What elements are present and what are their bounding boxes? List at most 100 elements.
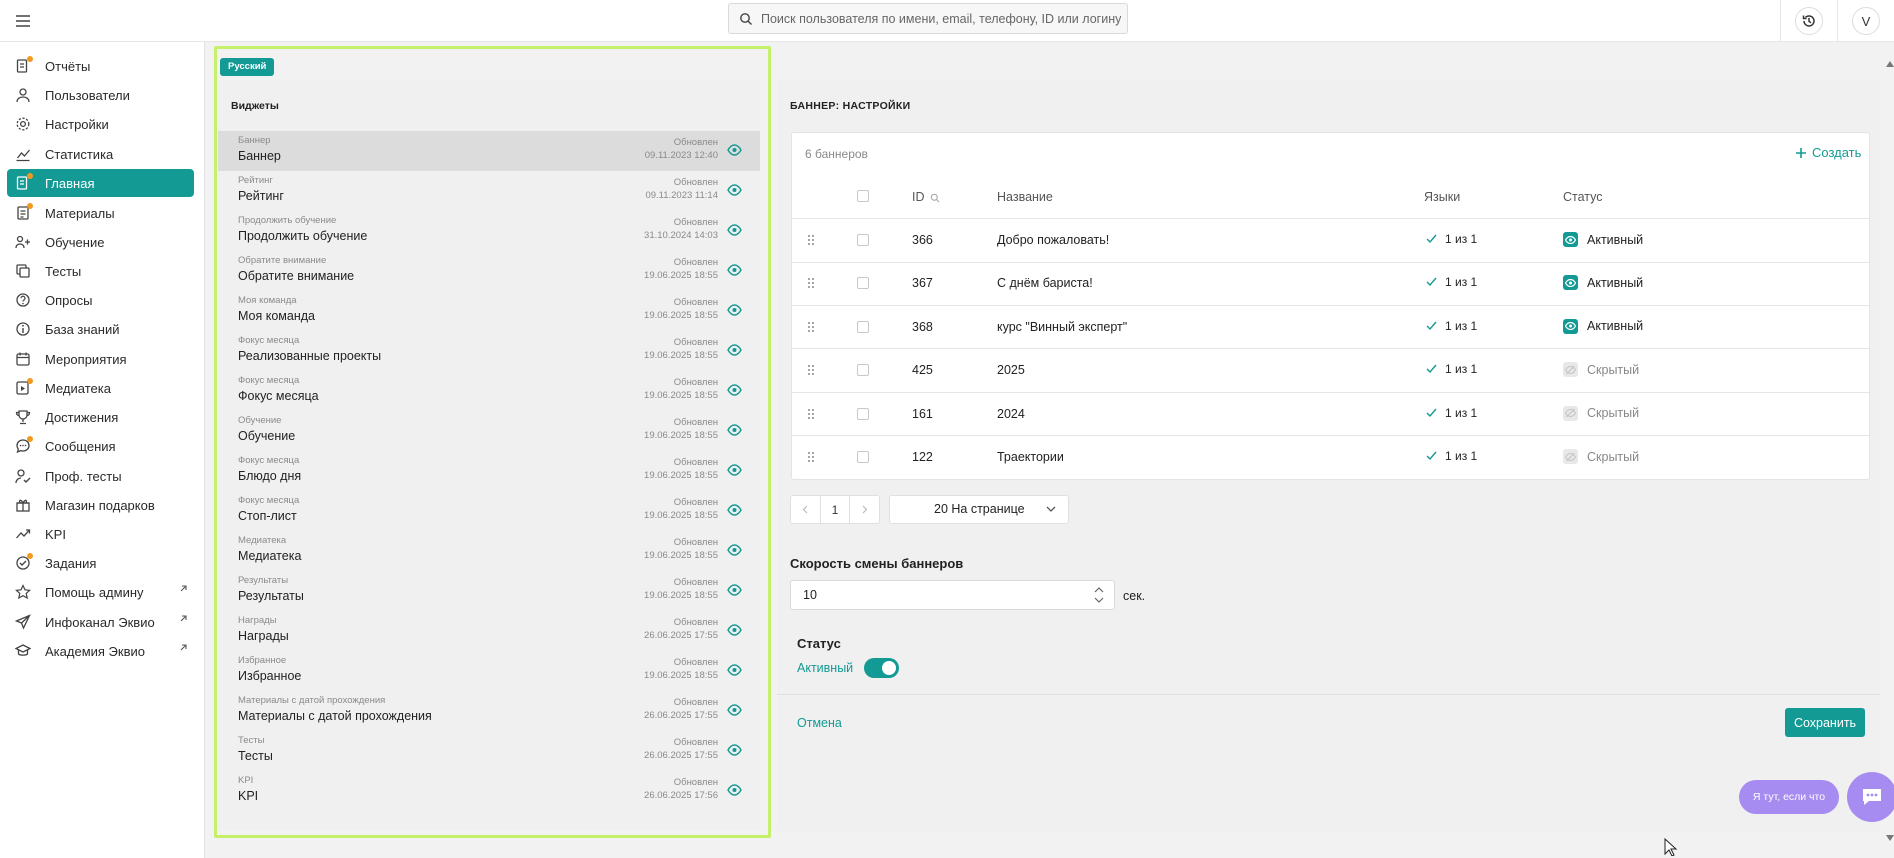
search-input[interactable] [761, 11, 1121, 26]
sidebar-item-media[interactable]: Медиатека [7, 374, 194, 402]
avatar[interactable]: V [1852, 7, 1880, 35]
sidebar-item-polls[interactable]: Опросы [7, 286, 194, 314]
row-checkbox[interactable] [857, 451, 869, 463]
widget-item[interactable]: Обратите внимание Обратите внимание Обновл… [218, 251, 760, 291]
eye-icon[interactable] [727, 544, 742, 556]
chevron-left-icon [802, 505, 808, 514]
drag-handle-icon[interactable] [806, 408, 816, 420]
eye-icon[interactable] [727, 144, 742, 156]
sidebar-item-gear[interactable]: Настройки [7, 110, 194, 138]
widget-item[interactable]: Обучение Обучение Обновлен 19.06.2025 18:55 [218, 411, 760, 451]
drag-handle-icon[interactable] [806, 321, 816, 333]
banner-name[interactable]: курс "Винный эксперт" [997, 320, 1127, 334]
sidebar-item-messages[interactable]: Сообщения [7, 432, 194, 460]
eye-icon[interactable] [727, 624, 742, 636]
sidebar-item-trophy[interactable]: Достижения [7, 403, 194, 431]
widget-item[interactable]: Моя команда Моя команда Обновлен 19.06.2025… [218, 291, 760, 331]
sidebar-item-star[interactable]: Помощь админу [7, 578, 194, 606]
create-button[interactable]: Создать [1795, 145, 1861, 160]
sidebar-item-prof-tests[interactable]: Проф. тесты [7, 462, 194, 490]
sidebar-item-gift[interactable]: Магазин подарков [7, 491, 194, 519]
sidebar-item-reports[interactable]: Отчёты [7, 52, 194, 80]
eye-icon[interactable] [727, 784, 742, 796]
per-page-select[interactable]: 20 На странице [889, 495, 1069, 524]
widget-updated-label: Обновлен [673, 177, 718, 188]
prev-page-button[interactable] [791, 496, 820, 523]
sidebar-item-calendar[interactable]: Мероприятия [7, 345, 194, 373]
eye-icon[interactable] [727, 344, 742, 356]
eye-icon[interactable] [727, 424, 742, 436]
speed-field[interactable] [790, 580, 1115, 610]
next-page-button[interactable] [849, 496, 879, 523]
eye-icon[interactable] [727, 304, 742, 316]
widget-item[interactable]: Рейтинг Рейтинг Обновлен 09.11.2023 11:14 [218, 171, 760, 211]
menu-icon[interactable] [14, 12, 32, 30]
widget-item[interactable]: Фокус месяца Реализованные проекты Обновле… [218, 331, 760, 371]
language-badge[interactable]: Русский [220, 58, 275, 76]
eye-icon[interactable] [727, 184, 742, 196]
scroll-down-icon[interactable] [1886, 834, 1894, 842]
row-checkbox[interactable] [857, 234, 869, 246]
chat-button[interactable] [1847, 772, 1894, 822]
eye-icon[interactable] [727, 744, 742, 756]
sidebar-item-home[interactable]: Главная [7, 169, 194, 197]
scroll-up-icon[interactable] [1886, 60, 1894, 68]
row-checkbox[interactable] [857, 364, 869, 377]
sidebar-item-chart[interactable]: Статистика [7, 140, 194, 168]
sidebar-item-users[interactable]: Пользователи [7, 81, 194, 109]
eye-icon[interactable] [727, 384, 742, 396]
sidebar-item-trend[interactable]: KPI [7, 520, 194, 548]
column-header-id[interactable]: ID [912, 190, 940, 204]
sidebar-item-materials[interactable]: Материалы [7, 199, 194, 227]
sidebar-item-learning[interactable]: Обучение [7, 228, 194, 256]
widget-item[interactable]: Фокус месяца Стоп-лист Обновлен 19.06.2025 … [218, 491, 760, 531]
eye-icon[interactable] [727, 464, 742, 476]
eye-icon[interactable] [727, 264, 742, 276]
widget-item[interactable]: Тесты Тесты Обновлен 26.06.2025 17:55 [218, 731, 760, 771]
drag-handle-icon[interactable] [806, 451, 816, 463]
widget-item[interactable]: KPI KPI Обновлен 26.06.2025 17:56 [218, 771, 760, 811]
row-checkbox[interactable] [857, 407, 869, 420]
search-box[interactable] [728, 3, 1128, 34]
eye-icon[interactable] [727, 224, 742, 236]
page-number[interactable]: 1 [819, 496, 850, 523]
widget-item[interactable]: Продолжить обучение Продолжить обучение Об… [218, 211, 760, 251]
cancel-button[interactable]: Отмена [797, 716, 842, 730]
widget-item[interactable]: Баннер Баннер Обновлен 09.11.2023 12:40 [218, 131, 760, 171]
widget-item[interactable]: Материалы с датой прохождения Материалы с… [218, 691, 760, 731]
sidebar-item-tests[interactable]: Тесты [7, 257, 194, 285]
widget-item[interactable]: Избранное Избранное Обновлен 19.06.2025 18:… [218, 651, 760, 691]
eye-icon[interactable] [727, 504, 742, 516]
sidebar-item-send[interactable]: Инфоканал Эквио [7, 608, 194, 636]
banner-name[interactable]: Траектории [997, 450, 1064, 464]
widget-item[interactable]: Результаты Результаты Обновлен 19.06.2025 1… [218, 571, 760, 611]
drag-handle-icon[interactable] [806, 364, 816, 376]
status-toggle[interactable] [864, 658, 899, 678]
history-button[interactable] [1795, 7, 1823, 35]
sidebar-item-info[interactable]: База знаний [7, 315, 194, 343]
widget-item[interactable]: Фокус месяца Блюдо дня Обновлен 19.06.2025 … [218, 451, 760, 491]
sidebar-item-academy[interactable]: Академия Эквио [7, 637, 194, 665]
drag-handle-icon[interactable] [806, 277, 816, 289]
banner-name[interactable]: Добро пожаловать! [997, 233, 1109, 247]
speed-input[interactable] [791, 581, 1071, 609]
banner-name[interactable]: 2024 [997, 407, 1025, 421]
banner-name[interactable]: С днём бариста! [997, 276, 1093, 290]
eye-icon[interactable] [727, 664, 742, 676]
banner-name[interactable]: 2025 [997, 363, 1025, 377]
row-checkbox[interactable] [857, 320, 869, 333]
eye-icon[interactable] [727, 584, 742, 596]
widget-item[interactable]: Фокус месяца Фокус месяца Обновлен 19.06.20… [218, 371, 760, 411]
stepper-icon[interactable] [1094, 585, 1104, 605]
select-all-checkbox[interactable] [857, 190, 869, 202]
search-icon[interactable] [930, 193, 940, 203]
save-button[interactable]: Сохранить [1785, 708, 1865, 737]
widget-item[interactable]: Награды Награды Обновлен 26.06.2025 17:55 [218, 611, 760, 651]
eye-icon[interactable] [727, 704, 742, 716]
row-checkbox[interactable] [857, 277, 869, 290]
drag-handle-icon[interactable] [806, 234, 816, 246]
sidebar-item-tasks[interactable]: Задания [7, 549, 194, 577]
column-header-status: Статус [1563, 190, 1603, 204]
help-bubble[interactable]: Я тут, если что [1739, 780, 1839, 814]
widget-item[interactable]: Медиатека Медиатека Обновлен 19.06.2025 18:… [218, 531, 760, 571]
